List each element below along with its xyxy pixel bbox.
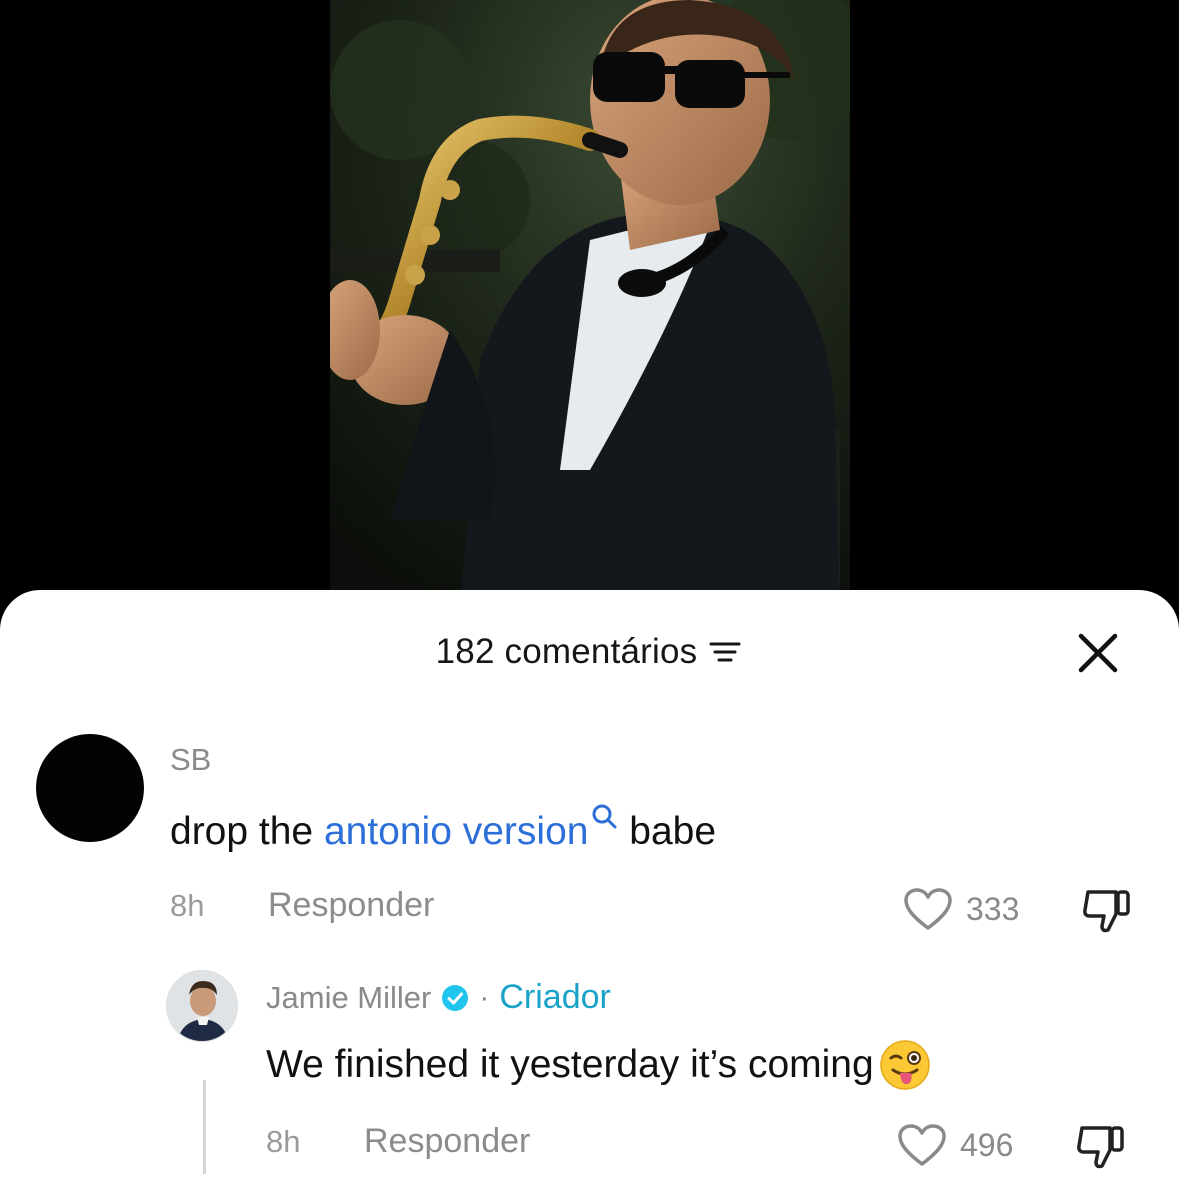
thread-line	[203, 1080, 206, 1174]
heart-icon	[898, 1124, 946, 1166]
video-player[interactable]	[0, 0, 1179, 610]
comments-header: 182 comentários	[0, 620, 1179, 684]
verified-badge-icon	[442, 984, 469, 1011]
comment-username[interactable]: SB	[170, 742, 211, 778]
dislike-button[interactable]	[1080, 884, 1134, 936]
heart-icon	[904, 888, 952, 930]
avatar-image	[167, 971, 237, 1041]
close-icon	[1078, 633, 1118, 673]
reply-button[interactable]: Responder	[268, 886, 434, 925]
close-button[interactable]	[1075, 630, 1121, 676]
like-count: 333	[966, 890, 1020, 927]
saxophonist-image	[330, 0, 850, 610]
reply-text-content: We finished it yesterday it’s coming	[266, 1043, 874, 1086]
sort-lines-icon	[709, 642, 741, 662]
search-link-label: antonio version	[323, 810, 589, 853]
reply-button[interactable]: Responder	[364, 1122, 530, 1161]
like-button[interactable]: 333	[902, 886, 1019, 932]
search-icon	[592, 804, 617, 829]
search-link[interactable]: antonio version	[323, 804, 619, 853]
thumbs-down-icon	[1077, 1126, 1124, 1169]
like-button[interactable]: 496	[896, 1122, 1013, 1168]
creator-badge: Criador	[499, 978, 611, 1016]
sort-comments-button[interactable]: 182 comentários	[436, 632, 744, 672]
comment-time: 8h	[170, 887, 205, 923]
reply-meta: 8h Responder	[266, 1122, 530, 1161]
comments-sheet: 182 comentários SB drop the antonio vers…	[0, 590, 1179, 1184]
thumbs-down-icon	[1083, 890, 1130, 933]
comment-meta: 8h Responder	[170, 886, 434, 925]
comment-text: drop the antonio version babe	[170, 802, 716, 854]
dislike-button[interactable]	[1074, 1120, 1128, 1172]
reply-time: 8h	[266, 1123, 301, 1159]
reply-text: We finished it yesterday it’s coming	[266, 1038, 932, 1092]
avatar[interactable]	[36, 734, 144, 842]
creator-avatar[interactable]	[166, 970, 238, 1042]
comments-count: 182 comentários	[435, 632, 698, 671]
comment-text-start: drop the	[170, 810, 324, 853]
winking-face-with-tongue-icon	[879, 1040, 930, 1090]
separator-dot: ·	[479, 980, 490, 1014]
video-frame	[330, 0, 850, 610]
creator-username-row: Jamie Miller · Criador	[266, 978, 611, 1017]
like-count: 496	[960, 1126, 1014, 1163]
creator-username[interactable]: Jamie Miller	[266, 980, 431, 1016]
comment-text-end: babe	[618, 810, 717, 853]
